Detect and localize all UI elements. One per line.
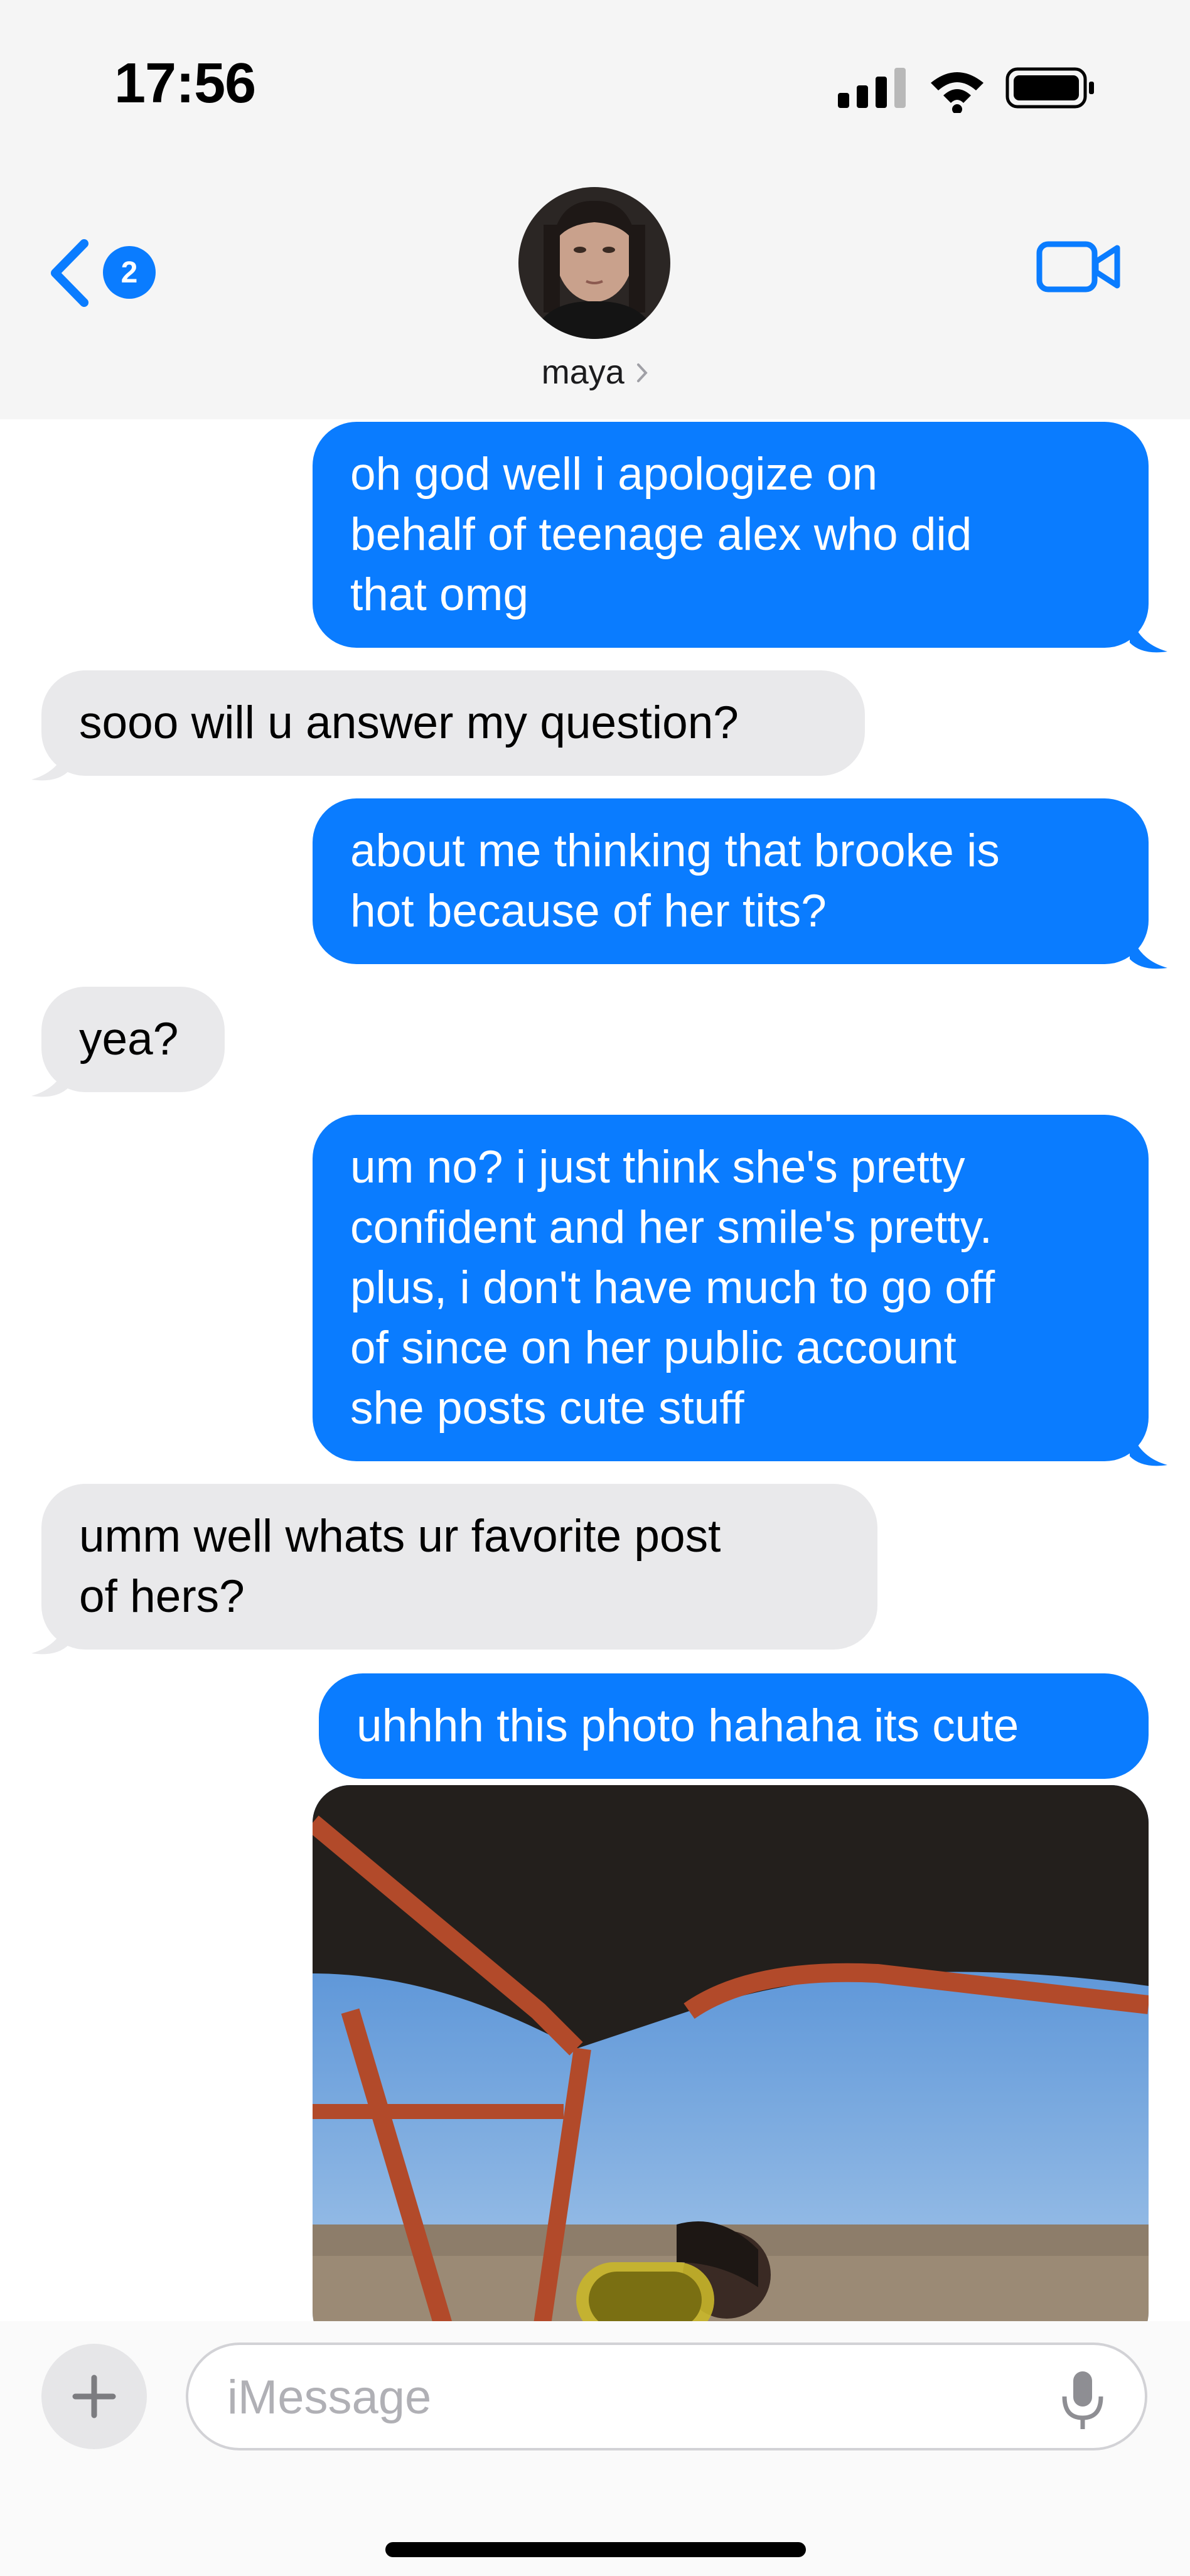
messages-screen: 17:56 2 maya oh god well i apologize on … [0, 0, 1190, 2576]
microphone-icon[interactable] [1054, 2369, 1111, 2432]
wifi-icon [931, 72, 984, 113]
message-text: yea? [79, 1014, 179, 1065]
message-input-placeholder: iMessage [227, 2371, 432, 2424]
message-bubble-incoming[interactable]: umm well whats ur favorite post of hers? [41, 1484, 877, 1650]
bubble-tail [31, 739, 69, 781]
bubble-tail [31, 1056, 69, 1097]
signal-icon [838, 68, 906, 108]
bubble-tail [31, 1613, 69, 1655]
plus-icon [72, 2375, 116, 2418]
contact-name: maya [541, 353, 624, 391]
message-bubble-outgoing[interactable]: uhhhh this photo hahaha its cute [319, 1673, 1149, 1779]
composer-bar: iMessage [0, 2321, 1190, 2576]
back-chevron-icon [51, 239, 88, 307]
message-text: umm well whats ur favorite post of hers? [79, 1511, 721, 1622]
bubble-tail [1130, 611, 1167, 653]
status-bar: 17:56 [0, 0, 1190, 157]
avatar-photo [518, 187, 670, 339]
message-text: about me thinking that brooke is hot bec… [350, 825, 1000, 936]
contact-name-row[interactable]: maya [0, 353, 1190, 392]
message-thread: oh god well i apologize on behalf of tee… [0, 419, 1190, 2321]
status-time: 17:56 [114, 52, 256, 115]
battery-icon [1005, 67, 1094, 109]
message-bubble-outgoing[interactable]: about me thinking that brooke is hot bec… [313, 798, 1149, 964]
avatar[interactable] [518, 187, 670, 339]
message-bubble-incoming[interactable]: sooo will u answer my question? [41, 670, 865, 776]
conversation-header: 2 maya [0, 157, 1190, 421]
chevron-right-icon [637, 363, 648, 382]
apps-button[interactable] [41, 2344, 147, 2449]
bubble-tail [1130, 928, 1167, 969]
message-text: oh god well i apologize on behalf of tee… [350, 449, 972, 620]
message-text: uhhhh this photo hahaha its cute [356, 1700, 1019, 1751]
unread-badge: 2 [103, 246, 156, 299]
message-text: sooo will u answer my question? [79, 697, 739, 748]
message-input[interactable]: iMessage [186, 2343, 1147, 2450]
message-bubble-outgoing[interactable]: oh god well i apologize on behalf of tee… [313, 422, 1149, 648]
message-text: um no? i just think she's pretty confide… [350, 1142, 995, 1434]
buggy-photo [313, 1785, 1149, 2321]
message-bubble-outgoing[interactable]: um no? i just think she's pretty confide… [313, 1115, 1149, 1461]
video-call-icon[interactable] [1036, 235, 1123, 298]
home-indicator [385, 2542, 806, 2557]
bubble-tail [1130, 1425, 1167, 1466]
photo-attachment[interactable] [313, 1785, 1149, 2321]
back-button[interactable]: 2 [45, 232, 171, 314]
status-icons [838, 67, 1094, 113]
